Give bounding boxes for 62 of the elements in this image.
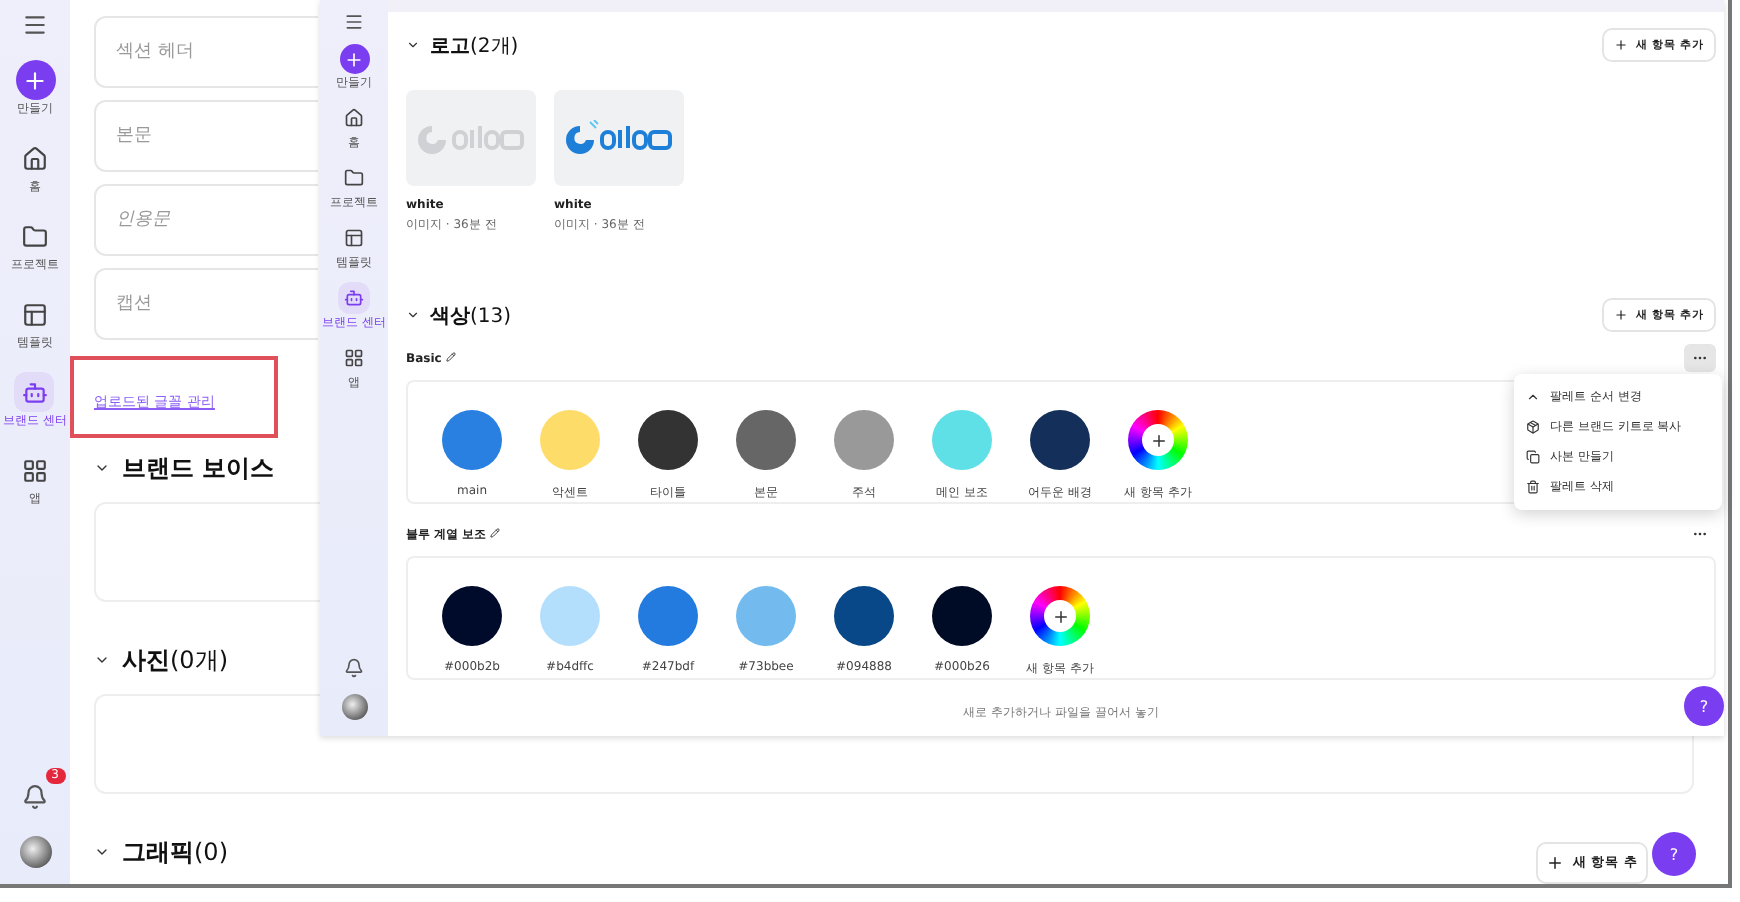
section-title: 브랜드 보이스 xyxy=(122,451,275,485)
bell-icon[interactable] xyxy=(22,783,48,809)
section-title: 그래픽(0) xyxy=(122,835,228,869)
robot-icon xyxy=(343,288,364,308)
color-swatch[interactable] xyxy=(1030,410,1090,470)
chevron-down-icon[interactable] xyxy=(406,38,420,52)
bell-icon[interactable] xyxy=(344,658,364,678)
package-icon xyxy=(1526,420,1540,434)
add-color-button[interactable] xyxy=(1030,586,1090,646)
template-icon xyxy=(22,301,48,327)
color-swatch[interactable] xyxy=(834,410,894,470)
color-swatch[interactable] xyxy=(540,586,600,646)
logo-tile[interactable] xyxy=(406,90,536,186)
apps-icon xyxy=(22,457,48,483)
plus-icon xyxy=(1614,38,1629,52)
home-icon xyxy=(22,145,48,171)
chevron-down-icon[interactable] xyxy=(94,460,110,476)
apps-icon xyxy=(344,348,364,368)
input-field[interactable]: 캡션 xyxy=(94,268,318,340)
avatar[interactable] xyxy=(19,836,51,868)
menu-icon[interactable] xyxy=(22,12,48,38)
chevron-down-icon[interactable] xyxy=(406,308,420,322)
plus-icon xyxy=(344,49,364,69)
color-swatch[interactable] xyxy=(442,586,502,646)
home-icon xyxy=(344,108,364,128)
plus-icon xyxy=(1051,607,1069,625)
logo-tile[interactable] xyxy=(554,90,684,186)
trash-icon xyxy=(1526,480,1540,494)
color-swatch[interactable] xyxy=(932,410,992,470)
plus-icon xyxy=(22,67,48,93)
input-field[interactable]: 인용문 xyxy=(94,184,318,256)
input-field[interactable]: 섹션 헤더 xyxy=(94,16,318,88)
avatar[interactable] xyxy=(341,694,367,720)
template-icon xyxy=(344,228,364,248)
robot-icon xyxy=(21,379,48,405)
section-title: 사진(0개) xyxy=(122,643,228,677)
logo-drawing xyxy=(564,120,674,156)
color-swatch[interactable] xyxy=(834,586,894,646)
plus-icon xyxy=(1546,854,1565,872)
color-swatch[interactable] xyxy=(638,586,698,646)
logo-drawing xyxy=(416,120,526,156)
menu-icon[interactable] xyxy=(344,12,364,32)
pencil-icon[interactable] xyxy=(445,351,456,361)
color-swatch[interactable] xyxy=(638,410,698,470)
add-color-button[interactable] xyxy=(1128,410,1188,470)
section-title: 색상(13) xyxy=(430,303,512,329)
color-swatch[interactable] xyxy=(736,410,796,470)
copy-icon xyxy=(1526,450,1540,464)
chevron-up-icon xyxy=(1526,390,1540,404)
plus-icon xyxy=(1149,431,1167,449)
color-swatch[interactable] xyxy=(932,586,992,646)
color-swatch[interactable] xyxy=(442,410,502,470)
folder-icon xyxy=(22,223,48,249)
input-field[interactable]: 본문 xyxy=(94,100,318,172)
chevron-down-icon[interactable] xyxy=(94,844,110,860)
color-swatch[interactable] xyxy=(540,410,600,470)
folder-icon xyxy=(344,168,364,188)
chevron-down-icon[interactable] xyxy=(94,652,110,668)
color-swatch[interactable] xyxy=(736,586,796,646)
pencil-icon[interactable] xyxy=(490,527,501,537)
section-title: 로고(2개) xyxy=(430,33,519,59)
plus-icon xyxy=(1614,308,1629,322)
